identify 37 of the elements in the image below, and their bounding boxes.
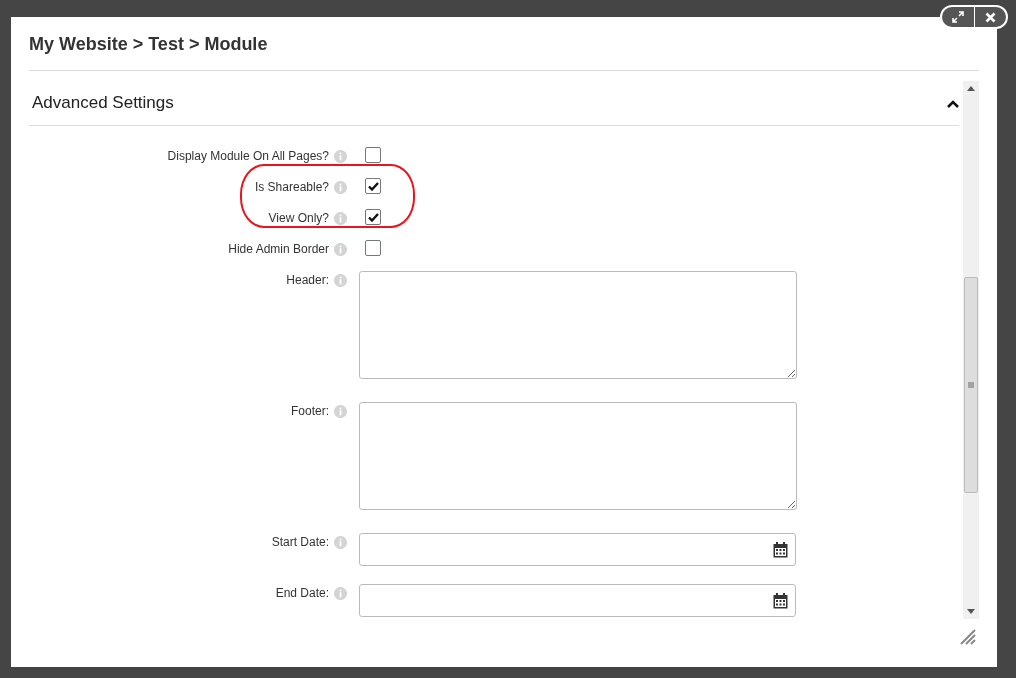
section-title: Advanced Settings [32,93,174,113]
scrollbar[interactable] [963,81,979,619]
text-area[interactable] [359,402,797,510]
info-icon[interactable] [334,150,347,163]
calendar-icon[interactable] [773,541,788,558]
scroll-up-icon[interactable] [967,86,975,91]
checkbox[interactable] [365,209,381,225]
close-icon [984,11,996,23]
field-label: End Date: [274,585,329,600]
field-label: View Only? [267,210,329,225]
field-label: Header: [285,272,329,287]
text-area[interactable] [359,271,797,379]
info-icon[interactable] [334,181,347,194]
section-header[interactable]: Advanced Settings [29,81,959,126]
checkbox[interactable] [365,147,381,163]
field-label: Display Module On All Pages? [166,148,329,163]
info-icon[interactable] [334,212,347,225]
grip-icon [968,382,974,388]
calendar-icon[interactable] [773,592,788,609]
scrollbar-thumb[interactable] [964,277,978,493]
info-icon[interactable] [334,405,347,418]
chevron-up-icon[interactable] [947,100,959,108]
checkbox[interactable] [365,240,381,256]
field-label: Start Date: [270,534,329,549]
resize-grip-icon[interactable] [958,627,976,645]
field-label: Is Shareable? [253,179,329,194]
field-label: Hide Admin Border [227,241,329,256]
field-label: Footer: [290,403,329,418]
date-field[interactable] [359,584,796,617]
scroll-down-icon[interactable] [967,609,975,614]
info-icon[interactable] [334,274,347,287]
info-icon[interactable] [334,243,347,256]
checkbox[interactable] [365,178,381,194]
date-field[interactable] [359,533,796,566]
expand-icon [951,11,964,23]
info-icon[interactable] [334,587,347,600]
info-icon[interactable] [334,536,347,549]
